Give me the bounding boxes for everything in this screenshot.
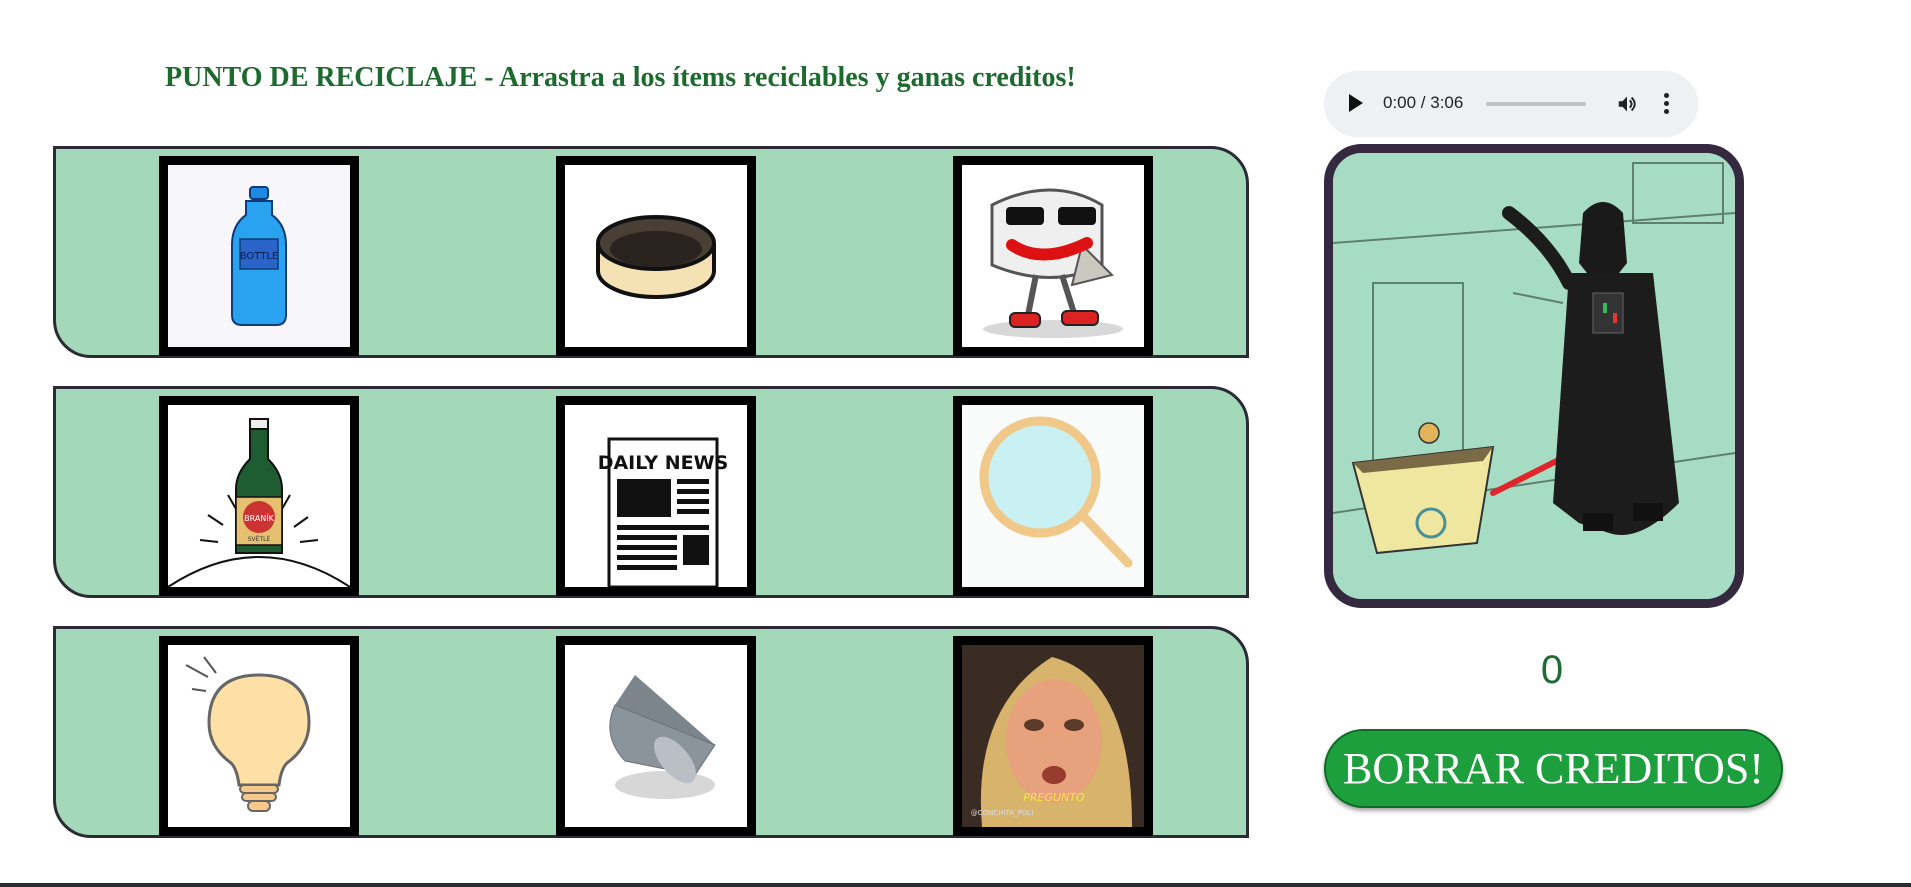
clear-credits-button[interactable]: BORRAR CREDITOS! [1324,729,1783,808]
toilet-paper-icon [983,188,1123,338]
tape-roll-icon [609,675,716,799]
item-newspaper[interactable]: DAILY NEWS [556,396,756,596]
item-beer-bottle[interactable]: BRANÍK SVĚTLÉ [159,396,359,596]
item-tin-can[interactable] [556,156,756,356]
item-mirror[interactable] [953,396,1153,596]
woman-photo-image: PREGUNTO @CONCHITA_POLI [962,645,1144,827]
recycling-scene-image [1324,144,1744,608]
bottle-icon: BOTTLE [168,165,350,347]
beer-label: BRANÍK [244,512,275,523]
item-woman-photo[interactable]: PREGUNTO @CONCHITA_POLI [953,636,1153,836]
item-light-bulb[interactable] [159,636,359,836]
item-plastic-bottle[interactable]: BOTTLE [159,156,359,356]
audio-player: 0:00 / 3:06 [1324,71,1698,137]
darth-vader-recycling-illustration [1333,153,1735,599]
bottom-divider [0,883,1911,887]
can-icon [596,215,716,299]
item-row-3: PREGUNTO @CONCHITA_POLI [53,626,1249,838]
item-row-2: BRANÍK SVĚTLÉ DAILY NEWS [53,386,1249,598]
more-vert-icon[interactable] [1664,93,1670,115]
bottle-label: BOTTLE [240,251,279,262]
volume-icon[interactable] [1616,93,1638,115]
newspaper-icon: DAILY NEWS [598,437,729,587]
light-bulb-icon [185,656,311,812]
photo-caption: PREGUNTO [1023,791,1085,804]
page-title: PUNTO DE RECICLAJE - Arrastra a los ítem… [165,62,1076,93]
beer-bottle-icon: BRANÍK SVĚTLÉ [168,418,350,587]
photo-watermark: @CONCHITA_POLI [971,809,1034,817]
item-tape-roll[interactable] [556,636,756,836]
item-row-1: BOTTLE [53,146,1249,358]
credits-counter: 0 [1540,648,1564,692]
audio-time: 0:00 / 3:06 [1383,93,1464,112]
item-toilet-paper[interactable] [953,156,1153,356]
beer-sublabel: SVĚTLÉ [248,535,271,543]
mirror-icon [962,405,1144,587]
audio-progress-slider[interactable] [1486,102,1586,106]
newspaper-headline: DAILY NEWS [598,452,729,474]
play-icon[interactable] [1349,94,1363,112]
